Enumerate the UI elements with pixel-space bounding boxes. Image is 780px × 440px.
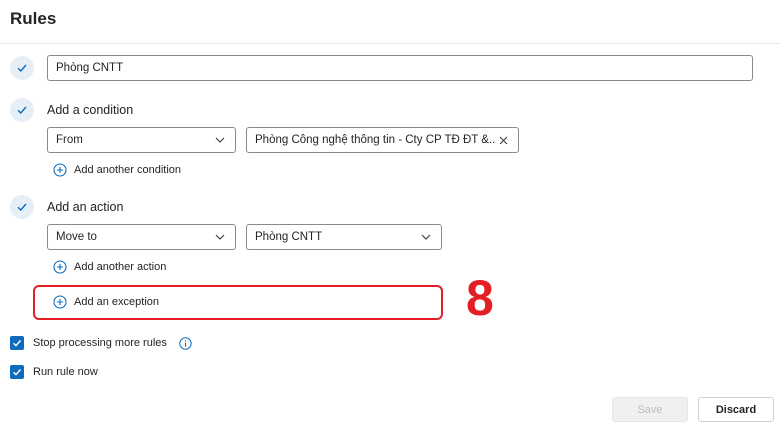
save-button[interactable]: Save [612, 397, 688, 422]
add-another-condition-link[interactable]: Add another condition [53, 163, 181, 177]
action-folder-dropdown[interactable]: Phòng CNTT [246, 224, 442, 250]
stop-processing-checkbox[interactable] [10, 336, 24, 350]
action-heading: Add an action [47, 200, 124, 214]
condition-heading: Add a condition [47, 103, 134, 117]
check-icon [17, 106, 27, 115]
chevron-down-icon [419, 234, 433, 240]
run-rule-now-checkbox[interactable] [10, 365, 24, 379]
close-icon[interactable] [496, 136, 510, 145]
plus-circle-icon [53, 260, 67, 274]
condition-type-dropdown[interactable]: From [47, 127, 236, 153]
check-icon [17, 64, 27, 73]
checkbox-check-icon [13, 340, 22, 347]
add-another-action-label: Add another action [74, 261, 167, 273]
checkbox-check-icon [13, 369, 22, 376]
discard-button[interactable]: Discard [698, 397, 774, 422]
condition-step-check [10, 98, 34, 122]
action-step-check [10, 195, 34, 219]
page-title: Rules [10, 9, 57, 28]
step-annotation-number: 8 [466, 270, 494, 326]
rule-name-step-check [10, 56, 34, 80]
condition-type-value: From [56, 134, 83, 146]
add-another-condition-label: Add another condition [74, 164, 182, 176]
run-rule-now-label: Run rule now [33, 366, 98, 378]
stop-processing-option[interactable]: Stop processing more rules [10, 336, 192, 350]
chevron-down-icon [213, 234, 227, 240]
plus-circle-icon [53, 295, 67, 309]
plus-circle-icon [53, 163, 67, 177]
condition-value-text: Phòng Công nghệ thông tin - Cty CP TĐ ĐT… [255, 134, 496, 146]
stop-processing-label: Stop processing more rules [33, 337, 167, 349]
action-type-value: Move to [56, 231, 97, 243]
add-another-action-link[interactable]: Add another action [53, 260, 166, 274]
rule-name-value: Phòng CNTT [56, 62, 124, 74]
add-exception-link[interactable]: Add an exception [53, 295, 159, 309]
add-exception-label: Add an exception [74, 296, 160, 308]
action-folder-value: Phòng CNTT [255, 231, 323, 243]
action-type-dropdown[interactable]: Move to [47, 224, 236, 250]
header-divider [0, 43, 780, 44]
rule-name-input[interactable]: Phòng CNTT [47, 55, 753, 81]
info-icon[interactable] [179, 336, 192, 350]
chevron-down-icon [213, 137, 227, 143]
run-rule-now-option[interactable]: Run rule now [10, 365, 98, 379]
condition-value-field[interactable]: Phòng Công nghệ thông tin - Cty CP TĐ ĐT… [246, 127, 519, 153]
check-icon [17, 203, 27, 212]
